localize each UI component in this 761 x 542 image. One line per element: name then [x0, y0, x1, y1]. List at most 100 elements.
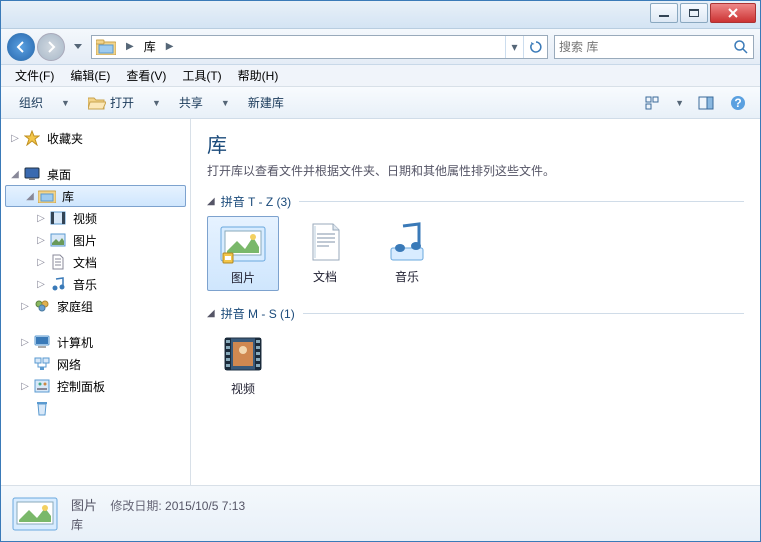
group-header-tz[interactable]: ◢ 拼音 T - Z (3) — [207, 193, 744, 210]
tree-label: 库 — [58, 188, 74, 205]
twisty-icon[interactable]: ▷ — [35, 279, 47, 290]
menu-view[interactable]: 查看(V) — [118, 65, 174, 86]
toolbar: 组织 ▼ 打开 ▼ 共享 ▼ 新建库 ▼ ? — [1, 87, 760, 119]
twisty-icon: ◢ — [207, 196, 215, 207]
tree-network[interactable]: 网络 — [1, 353, 190, 375]
tree-favorites[interactable]: ▷ 收藏夹 — [1, 127, 190, 149]
tree-videos[interactable]: ▷ 视频 — [1, 207, 190, 229]
menu-bar: 文件(F) 编辑(E) 查看(V) 工具(T) 帮助(H) — [1, 65, 760, 87]
library-pictures[interactable]: 图片 — [207, 216, 279, 291]
twisty-icon[interactable]: ▷ — [19, 381, 31, 392]
address-dropdown[interactable]: ▾ — [505, 36, 523, 58]
twisty-icon[interactable]: ▷ — [35, 235, 47, 246]
preview-pane-icon — [698, 96, 714, 110]
open-button[interactable]: 打开 — [78, 90, 144, 115]
breadcrumb-libraries[interactable]: 库 — [138, 36, 162, 58]
tree-desktop[interactable]: ◢ 桌面 — [1, 163, 190, 185]
twisty-icon[interactable]: ▷ — [35, 257, 47, 268]
twisty-icon[interactable]: ◢ — [9, 169, 21, 180]
twisty-icon[interactable]: ▷ — [19, 337, 31, 348]
details-type: 库 — [71, 516, 245, 533]
twisty-icon[interactable]: ▷ — [35, 213, 47, 224]
close-icon — [727, 7, 739, 19]
libraries-icon — [38, 187, 56, 205]
share-dropdown[interactable]: ▼ — [217, 98, 234, 108]
library-videos[interactable]: 视频 — [207, 328, 279, 401]
history-dropdown[interactable] — [71, 37, 85, 57]
group-header-ms[interactable]: ◢ 拼音 M - S (1) — [207, 305, 744, 322]
details-name: 图片 — [71, 498, 97, 513]
refresh-icon — [529, 40, 543, 54]
view-icon — [645, 96, 661, 110]
page-title: 库 — [207, 129, 744, 158]
tree-documents[interactable]: ▷ 文档 — [1, 251, 190, 273]
item-label: 视频 — [209, 380, 277, 397]
address-bar[interactable]: ▶ 库 ▶ ▾ — [91, 35, 548, 59]
view-dropdown[interactable]: ▼ — [671, 98, 688, 108]
menu-file[interactable]: 文件(F) — [7, 65, 62, 86]
tree-label: 控制面板 — [53, 378, 105, 395]
crumb-arrow[interactable]: ▶ — [162, 41, 178, 52]
search-box[interactable] — [554, 35, 754, 59]
tree-recycle-bin[interactable] — [1, 397, 190, 419]
menu-edit[interactable]: 编辑(E) — [62, 65, 118, 86]
picture-icon — [49, 231, 67, 249]
details-thumbnail — [11, 494, 59, 534]
view-options-button[interactable] — [639, 91, 667, 115]
refresh-button[interactable] — [523, 36, 547, 58]
page-subtitle: 打开库以查看文件并根据文件夹、日期和其他属性排列这些文件。 — [207, 162, 744, 179]
organize-dropdown[interactable]: ▼ — [57, 98, 74, 108]
tree-libraries[interactable]: ◢ 库 — [5, 185, 186, 207]
tree-music[interactable]: ▷ 音乐 — [1, 273, 190, 295]
music-library-icon — [381, 220, 433, 264]
body: ▷ 收藏夹 ◢ 桌面 ◢ 库 ▷ 视频 ▷ — [1, 119, 760, 485]
share-button[interactable]: 共享 — [169, 90, 213, 115]
tree-pictures[interactable]: ▷ 图片 — [1, 229, 190, 251]
details-text: 图片 修改日期: 2015/10/5 7:13 库 — [71, 495, 245, 533]
twisty-icon[interactable]: ▷ — [19, 301, 31, 312]
organize-button[interactable]: 组织 — [9, 90, 53, 115]
items-group-2: 视频 — [207, 328, 744, 401]
group-label: 拼音 T - Z (3) — [221, 193, 291, 210]
items-group-1: 图片 文档 音乐 — [207, 216, 744, 291]
music-icon — [49, 275, 67, 293]
menu-tools[interactable]: 工具(T) — [174, 65, 229, 86]
twisty-icon[interactable]: ▷ — [9, 133, 21, 144]
crumb-root-arrow[interactable]: ▶ — [122, 41, 138, 52]
twisty-icon: ◢ — [207, 308, 215, 319]
maximize-button[interactable] — [680, 3, 708, 23]
tree-homegroup[interactable]: ▷ 家庭组 — [1, 295, 190, 317]
tree-control-panel[interactable]: ▷ 控制面板 — [1, 375, 190, 397]
details-modified-key: 修改日期: — [110, 499, 161, 513]
menu-help[interactable]: 帮助(H) — [230, 65, 287, 86]
folder-open-icon — [88, 96, 106, 110]
details-modified-value: 2015/10/5 7:13 — [165, 499, 245, 513]
preview-pane-button[interactable] — [692, 91, 720, 115]
library-documents[interactable]: 文档 — [289, 216, 361, 291]
forward-button[interactable] — [37, 33, 65, 61]
twisty-icon[interactable]: ◢ — [24, 191, 36, 202]
divider — [299, 201, 744, 202]
close-button[interactable] — [710, 3, 756, 23]
arrow-left-icon — [14, 40, 28, 54]
open-dropdown[interactable]: ▼ — [148, 98, 165, 108]
titlebar — [1, 1, 760, 29]
divider — [303, 313, 744, 314]
tree-label: 收藏夹 — [43, 130, 83, 147]
tree-label: 视频 — [69, 210, 97, 227]
minimize-button[interactable] — [650, 3, 678, 23]
navigation-bar: ▶ 库 ▶ ▾ — [1, 29, 760, 65]
back-button[interactable] — [7, 33, 35, 61]
nav-arrows — [7, 33, 65, 61]
search-input[interactable] — [559, 40, 733, 54]
new-library-button[interactable]: 新建库 — [238, 90, 294, 115]
help-button[interactable]: ? — [724, 91, 752, 115]
item-label: 音乐 — [373, 268, 441, 285]
tree-computer[interactable]: ▷ 计算机 — [1, 331, 190, 353]
svg-text:?: ? — [734, 96, 741, 110]
tree-label: 图片 — [69, 232, 97, 249]
library-music[interactable]: 音乐 — [371, 216, 443, 291]
arrow-right-icon — [44, 40, 58, 54]
search-icon[interactable] — [733, 39, 749, 55]
document-icon — [49, 253, 67, 271]
